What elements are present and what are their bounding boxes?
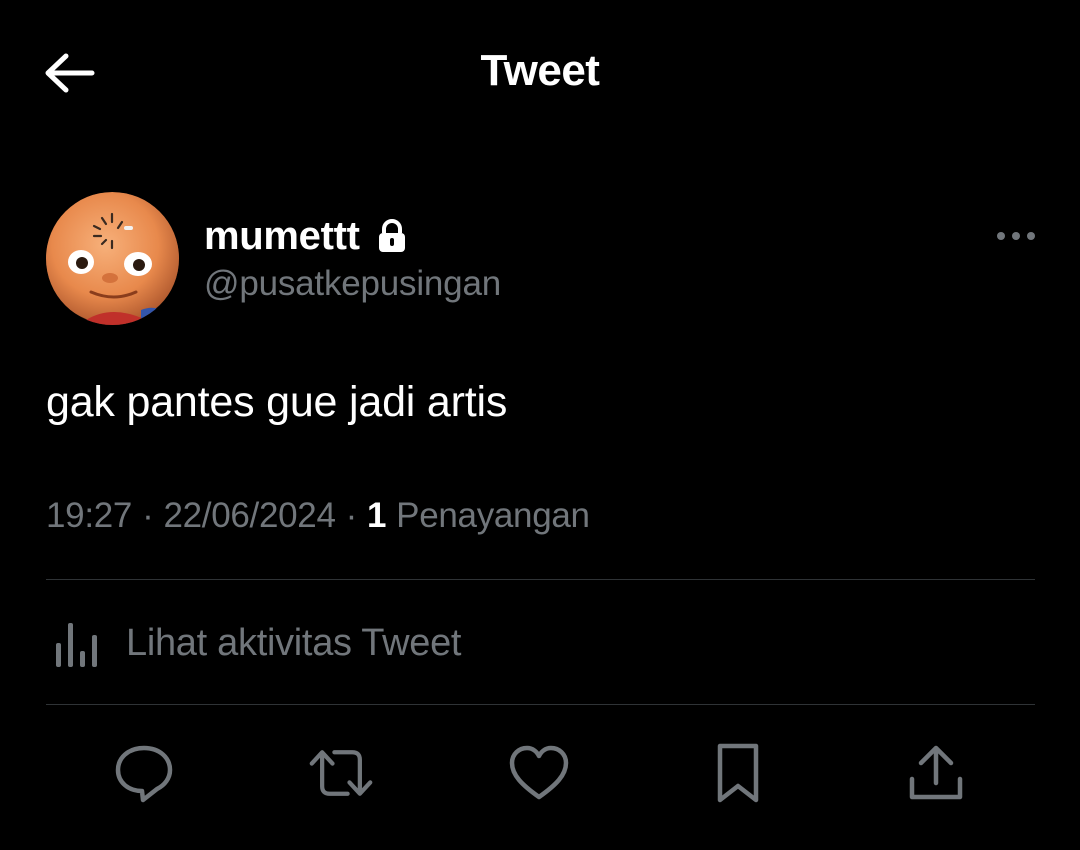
share-upload-icon <box>909 745 963 800</box>
tweet-detail-screen: Tweet mumettt @pusatkepusingan gak pante… <box>0 0 1080 850</box>
retweet-icon <box>309 750 373 796</box>
views-count: 1 <box>366 496 387 535</box>
avatar-cartoon-face <box>46 192 179 325</box>
page-title: Tweet <box>480 46 600 95</box>
more-horizontal-icon <box>997 232 1035 240</box>
tweet-meta: 19:27 · 22/06/2024 · 1 Penayangan <box>46 496 590 536</box>
meta-separator: · <box>142 496 154 535</box>
reply-button[interactable] <box>111 740 177 806</box>
analytics-bars-icon <box>46 615 102 671</box>
display-name[interactable]: mumettt <box>204 214 360 259</box>
reply-bubble-icon <box>115 745 173 803</box>
user-handle[interactable]: @pusatkepusingan <box>204 264 501 304</box>
avatar[interactable] <box>46 192 179 325</box>
share-button[interactable] <box>903 740 969 806</box>
divider <box>46 704 1035 705</box>
activity-label: Lihat aktivitas Tweet <box>126 621 462 664</box>
meta-separator: · <box>345 496 358 535</box>
tweet-date[interactable]: 22/06/2024 <box>163 496 335 536</box>
bookmark-icon <box>717 743 759 803</box>
bookmark-button[interactable] <box>705 740 771 806</box>
view-tweet-activity-link[interactable]: Lihat aktivitas Tweet <box>46 615 461 671</box>
divider <box>46 579 1035 580</box>
tweet-text: gak pantes gue jadi artis <box>46 378 508 426</box>
tweet-author: mumettt @pusatkepusingan <box>46 192 1036 327</box>
display-name-row: mumettt <box>204 212 408 260</box>
retweet-button[interactable] <box>308 740 374 806</box>
tweet-action-bar <box>0 740 1080 810</box>
heart-icon <box>509 745 569 800</box>
views-label: Penayangan <box>396 496 590 535</box>
more-options-button[interactable] <box>996 218 1036 254</box>
header-bar: Tweet <box>0 0 1080 150</box>
tweet-time[interactable]: 19:27 <box>46 496 132 536</box>
lock-icon <box>376 219 408 253</box>
like-button[interactable] <box>506 740 572 806</box>
